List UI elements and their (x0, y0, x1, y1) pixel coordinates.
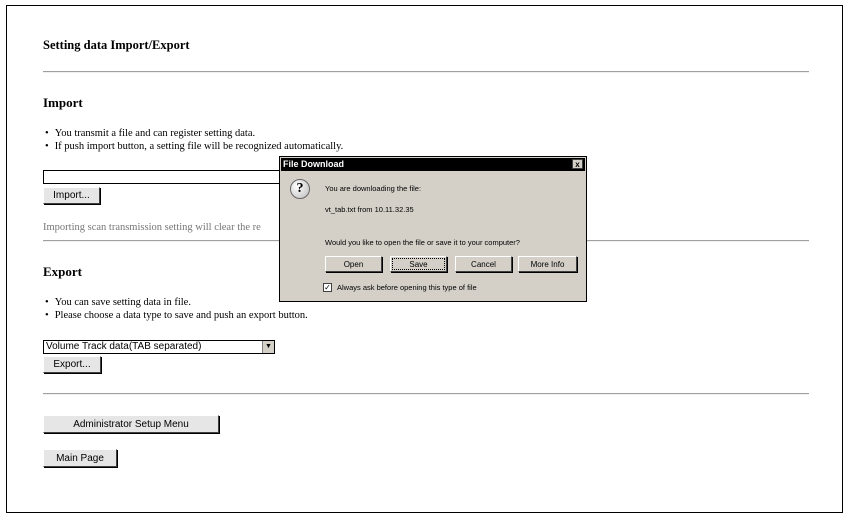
dialog-question: Would you like to open the file or save … (325, 238, 520, 247)
import-heading: Import (43, 95, 83, 110)
dialog-title: File Download (283, 159, 345, 169)
dialog-title-bar[interactable]: File Download x (281, 158, 585, 171)
open-button[interactable]: Open (325, 256, 382, 272)
cancel-button[interactable]: Cancel (455, 256, 512, 272)
always-ask-label: Always ask before opening this type of f… (337, 283, 477, 292)
data-type-select[interactable]: Volume Track data(TAB separated) ▼ (43, 340, 275, 354)
dialog-line-1: You are downloading the file: (325, 184, 422, 193)
chevron-down-icon[interactable]: ▼ (262, 341, 274, 353)
close-icon[interactable]: x (572, 159, 583, 169)
export-heading: Export (43, 264, 82, 279)
main-page-button[interactable]: Main Page (43, 449, 117, 467)
always-ask-checkbox[interactable]: ✓ (323, 283, 332, 292)
import-file-input[interactable] (43, 170, 283, 184)
question-icon: ? (290, 179, 310, 199)
import-note: Importing scan transmission setting will… (43, 222, 261, 233)
export-bullet-1: You can save setting data in file. (45, 297, 191, 308)
import-button[interactable]: Import... (43, 187, 100, 204)
page-title: Setting data Import/Export (43, 38, 190, 52)
export-button[interactable]: Export... (43, 356, 101, 373)
import-bullet-1: You transmit a file and can register set… (45, 128, 255, 139)
more-info-button[interactable]: More Info (518, 256, 577, 272)
export-bullet-2: Please choose a data type to save and pu… (45, 310, 308, 321)
file-download-dialog: File Download x ? You are downloading th… (279, 156, 587, 302)
data-type-selected: Volume Track data(TAB separated) (46, 341, 202, 352)
divider (43, 71, 809, 73)
import-bullet-2: If push import button, a setting file wi… (45, 141, 344, 152)
administrator-setup-menu-button[interactable]: Administrator Setup Menu (43, 415, 219, 433)
dialog-file-info: vt_tab.txt from 10.11.32.35 (325, 205, 414, 214)
divider (43, 393, 809, 395)
save-button[interactable]: Save (390, 256, 447, 272)
